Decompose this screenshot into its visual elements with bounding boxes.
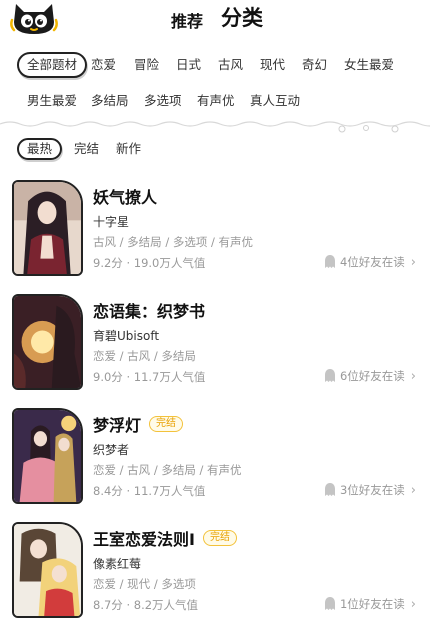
chevron-right-icon: › bbox=[410, 368, 416, 384]
story-item[interactable]: 恋语集：织梦书 育碧Ubisoft 恋爱 / 古风 / 多结局 9.0分 · 1… bbox=[0, 294, 430, 404]
story-stats: 8.4分 · 11.7万人气值 bbox=[93, 484, 206, 498]
friends-reading[interactable]: 4位好友在读 › bbox=[324, 254, 416, 270]
story-stats: 9.2分 · 19.0万人气值 bbox=[93, 256, 206, 270]
genre-chip-live-action[interactable]: 真人互动 bbox=[250, 88, 300, 114]
sort-tab-completed[interactable]: 完结 bbox=[74, 138, 99, 160]
wavy-divider bbox=[0, 121, 430, 133]
story-title[interactable]: 妖气撩人 bbox=[93, 184, 157, 208]
story-author: 育碧Ubisoft bbox=[93, 329, 160, 343]
completed-badge: 完结 bbox=[149, 416, 184, 432]
story-title-row: 王室恋爱法则Ⅰ 完结 bbox=[93, 526, 237, 550]
ghost-pin-icon bbox=[324, 597, 335, 610]
ghost-pin-icon bbox=[324, 255, 335, 268]
friends-reading-label: 3位好友在读 bbox=[339, 483, 405, 497]
story-tags: 古风 / 多结局 / 多选项 / 有声优 bbox=[93, 235, 254, 249]
story-cover[interactable] bbox=[12, 180, 83, 276]
friends-reading[interactable]: 3位好友在读 › bbox=[324, 482, 416, 498]
friends-reading[interactable]: 1位好友在读 › bbox=[324, 596, 416, 612]
tab-category[interactable]: 分类 bbox=[217, 2, 267, 32]
story-title[interactable]: 恋语集：织梦书 bbox=[93, 298, 205, 322]
story-title-row: 妖气撩人 bbox=[93, 184, 157, 208]
friends-reading-label: 4位好友在读 bbox=[339, 255, 405, 269]
story-cover[interactable] bbox=[12, 408, 83, 504]
story-item[interactable]: 王室恋爱法则Ⅰ 完结 像素红莓 恋爱 / 现代 / 多选项 8.7分 · 8.2… bbox=[0, 522, 430, 624]
story-cover[interactable] bbox=[12, 522, 83, 618]
genre-chip-female-favorite[interactable]: 女生最爱 bbox=[344, 52, 394, 78]
friends-reading-label: 6位好友在读 bbox=[339, 369, 405, 383]
story-tags: 恋爱 / 古风 / 多结局 / 有声优 bbox=[93, 463, 242, 477]
story-author: 织梦者 bbox=[93, 443, 130, 457]
genre-chip-multi-ending[interactable]: 多结局 bbox=[91, 88, 129, 114]
genre-chip-male-favorite[interactable]: 男生最爱 bbox=[27, 88, 77, 114]
genre-chip-romance[interactable]: 恋爱 bbox=[91, 52, 116, 78]
genre-chip-voiced[interactable]: 有声优 bbox=[197, 88, 235, 114]
story-item[interactable]: 妖气撩人 十字星 古风 / 多结局 / 多选项 / 有声优 9.2分 · 19.… bbox=[0, 180, 430, 290]
completed-badge: 完结 bbox=[202, 530, 237, 546]
ghost-pin-icon bbox=[324, 483, 335, 496]
story-tags: 恋爱 / 古风 / 多结局 bbox=[93, 349, 196, 363]
genre-chip-japanese[interactable]: 日式 bbox=[176, 52, 201, 78]
genre-chip-adventure[interactable]: 冒险 bbox=[134, 52, 159, 78]
genre-chip-modern[interactable]: 现代 bbox=[260, 52, 285, 78]
sort-tab-new[interactable]: 新作 bbox=[116, 138, 141, 160]
ghost-pin-icon bbox=[324, 369, 335, 382]
black-cat-logo-icon[interactable] bbox=[10, 0, 58, 36]
top-header: 推荐 分类 bbox=[0, 0, 430, 40]
genre-chip-ancient[interactable]: 古风 bbox=[218, 52, 243, 78]
story-item[interactable]: 梦浮灯 完结 织梦者 恋爱 / 古风 / 多结局 / 有声优 8.4分 · 11… bbox=[0, 408, 430, 518]
story-stats: 8.7分 · 8.2万人气值 bbox=[93, 598, 199, 612]
story-title[interactable]: 王室恋爱法则Ⅰ bbox=[93, 526, 195, 550]
tab-recommend[interactable]: 推荐 bbox=[171, 8, 203, 32]
chevron-right-icon: › bbox=[410, 482, 416, 498]
story-author: 像素红莓 bbox=[93, 557, 142, 571]
friends-reading[interactable]: 6位好友在读 › bbox=[324, 368, 416, 384]
genre-chip-multi-choice[interactable]: 多选项 bbox=[144, 88, 182, 114]
friends-reading-label: 1位好友在读 bbox=[339, 597, 405, 611]
genre-chip-fantasy[interactable]: 奇幻 bbox=[302, 52, 327, 78]
sort-tab-hottest[interactable]: 最热 bbox=[17, 138, 63, 160]
genre-chip-all[interactable]: 全部题材 bbox=[17, 52, 88, 78]
story-title-row: 恋语集：织梦书 bbox=[93, 298, 205, 322]
story-title[interactable]: 梦浮灯 bbox=[93, 412, 141, 436]
story-tags: 恋爱 / 现代 / 多选项 bbox=[93, 577, 196, 591]
chevron-right-icon: › bbox=[410, 596, 416, 612]
story-title-row: 梦浮灯 完结 bbox=[93, 412, 184, 436]
story-author: 十字星 bbox=[93, 215, 130, 229]
story-cover[interactable] bbox=[12, 294, 83, 390]
story-stats: 9.0分 · 11.7万人气值 bbox=[93, 370, 206, 384]
chevron-right-icon: › bbox=[410, 254, 416, 270]
